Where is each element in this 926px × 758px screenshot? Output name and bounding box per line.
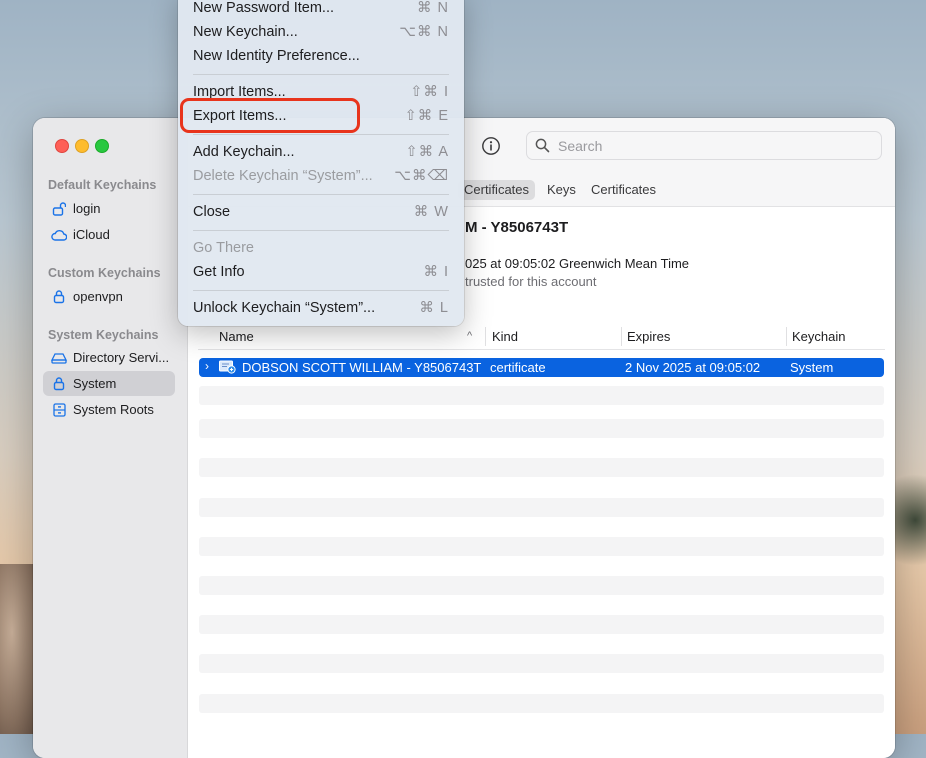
sidebar-item-label: openvpn xyxy=(73,289,123,304)
table-row[interactable]: › DOBSON SCOTT WILLIAM - Y8506743T certi… xyxy=(199,358,884,377)
tab-keys[interactable]: Keys xyxy=(541,180,582,200)
sidebar-item-label: Directory Servi... xyxy=(73,350,170,365)
lock-icon xyxy=(51,376,67,392)
zoom-window-button[interactable] xyxy=(95,139,109,153)
menu-item-delete-keychain[interactable]: Delete Keychain “System”... ⌥⌘⌫ xyxy=(193,167,449,187)
search-field[interactable] xyxy=(526,131,882,160)
sidebar-header-system: System Keychains xyxy=(48,328,159,342)
certificate-icon xyxy=(219,360,236,377)
sidebar-item-icloud[interactable]: iCloud xyxy=(43,222,175,247)
network-icon xyxy=(51,350,67,366)
menu-separator xyxy=(193,74,449,75)
sidebar-header-default: Default Keychains xyxy=(48,178,157,192)
sidebar-item-system[interactable]: System xyxy=(43,371,175,396)
file-menu-dropdown: New Password Item... ⌘ N New Keychain...… xyxy=(178,0,464,326)
column-header-name[interactable]: Name xyxy=(219,329,254,344)
tab-my-certificates[interactable]: Certificates xyxy=(458,180,536,200)
menu-separator xyxy=(193,194,449,195)
cell-kind: certificate xyxy=(490,360,546,375)
empty-row xyxy=(199,615,884,634)
menu-separator xyxy=(193,230,449,231)
sidebar-item-label: System Roots xyxy=(73,402,154,417)
menu-item-new-keychain[interactable]: New Keychain... ⌥⌘ N xyxy=(193,23,449,43)
empty-row xyxy=(199,386,884,405)
menu-item-get-info[interactable]: Get Info ⌘ I xyxy=(193,263,449,283)
cell-keychain: System xyxy=(790,360,834,375)
detail-title: M - Y8506743T xyxy=(465,219,569,236)
keychain-window: Default Keychains login iCloud Custom Ke… xyxy=(33,118,895,758)
menu-separator xyxy=(193,290,449,291)
menu-item-add-keychain[interactable]: Add Keychain... ⇧⌘ A xyxy=(193,143,449,163)
search-input[interactable] xyxy=(556,136,860,155)
column-header-expires[interactable]: Expires xyxy=(627,329,670,344)
column-header-kind[interactable]: Kind xyxy=(492,329,518,344)
minimize-window-button[interactable] xyxy=(75,139,89,153)
empty-row xyxy=(199,419,884,438)
close-window-button[interactable] xyxy=(55,139,69,153)
background-tree xyxy=(890,460,926,580)
column-divider[interactable] xyxy=(485,327,486,346)
sidebar-item-label: System xyxy=(73,376,117,391)
sidebar-header-custom: Custom Keychains xyxy=(48,266,161,280)
export-items-highlight xyxy=(180,98,360,133)
cell-name: DOBSON SCOTT WILLIAM - Y8506743T xyxy=(242,360,482,375)
search-icon xyxy=(535,138,550,153)
detail-trust-status: trusted for this account xyxy=(465,274,597,289)
empty-row xyxy=(199,694,884,713)
cell-expires: 2 Nov 2025 at 09:05:02 xyxy=(625,360,761,375)
menu-separator xyxy=(193,134,449,135)
sidebar-item-openvpn[interactable]: openvpn xyxy=(43,284,175,309)
sidebar-item-directory-services[interactable]: Directory Servi... xyxy=(43,345,175,370)
lock-icon xyxy=(51,289,67,305)
cabinet-icon xyxy=(51,402,67,418)
column-divider[interactable] xyxy=(786,327,787,346)
menu-item-new-identity-preference[interactable]: New Identity Preference... xyxy=(193,47,449,67)
sidebar-item-login[interactable]: login xyxy=(43,196,175,221)
detail-expiry: 025 at 09:05:02 Greenwich Mean Time xyxy=(465,256,690,271)
menu-item-new-password-item[interactable]: New Password Item... ⌘ N xyxy=(193,0,449,19)
cloud-icon xyxy=(51,227,67,243)
empty-row xyxy=(199,458,884,477)
sidebar-item-label: iCloud xyxy=(73,227,110,242)
sidebar-item-system-roots[interactable]: System Roots xyxy=(43,397,175,422)
column-divider[interactable] xyxy=(621,327,622,346)
menu-item-go-there[interactable]: Go There xyxy=(193,239,449,259)
disclosure-chevron-icon[interactable]: › xyxy=(205,359,209,373)
unlock-icon xyxy=(51,201,67,217)
tab-certificates[interactable]: Certificates xyxy=(585,180,662,200)
sidebar-item-label: login xyxy=(73,201,101,216)
empty-row xyxy=(199,498,884,517)
sort-ascending-icon[interactable]: ^ xyxy=(467,330,472,342)
empty-row xyxy=(199,537,884,556)
empty-row xyxy=(199,576,884,595)
column-header-keychain[interactable]: Keychain xyxy=(792,329,845,344)
empty-row xyxy=(199,654,884,673)
menu-item-unlock-keychain[interactable]: Unlock Keychain “System”... ⌘ L xyxy=(193,299,449,319)
table-header: Name ^ Kind Expires Keychain xyxy=(198,324,885,350)
menu-item-close[interactable]: Close ⌘ W xyxy=(193,203,449,223)
sidebar: Default Keychains login iCloud Custom Ke… xyxy=(33,118,188,758)
info-icon[interactable] xyxy=(480,135,502,157)
